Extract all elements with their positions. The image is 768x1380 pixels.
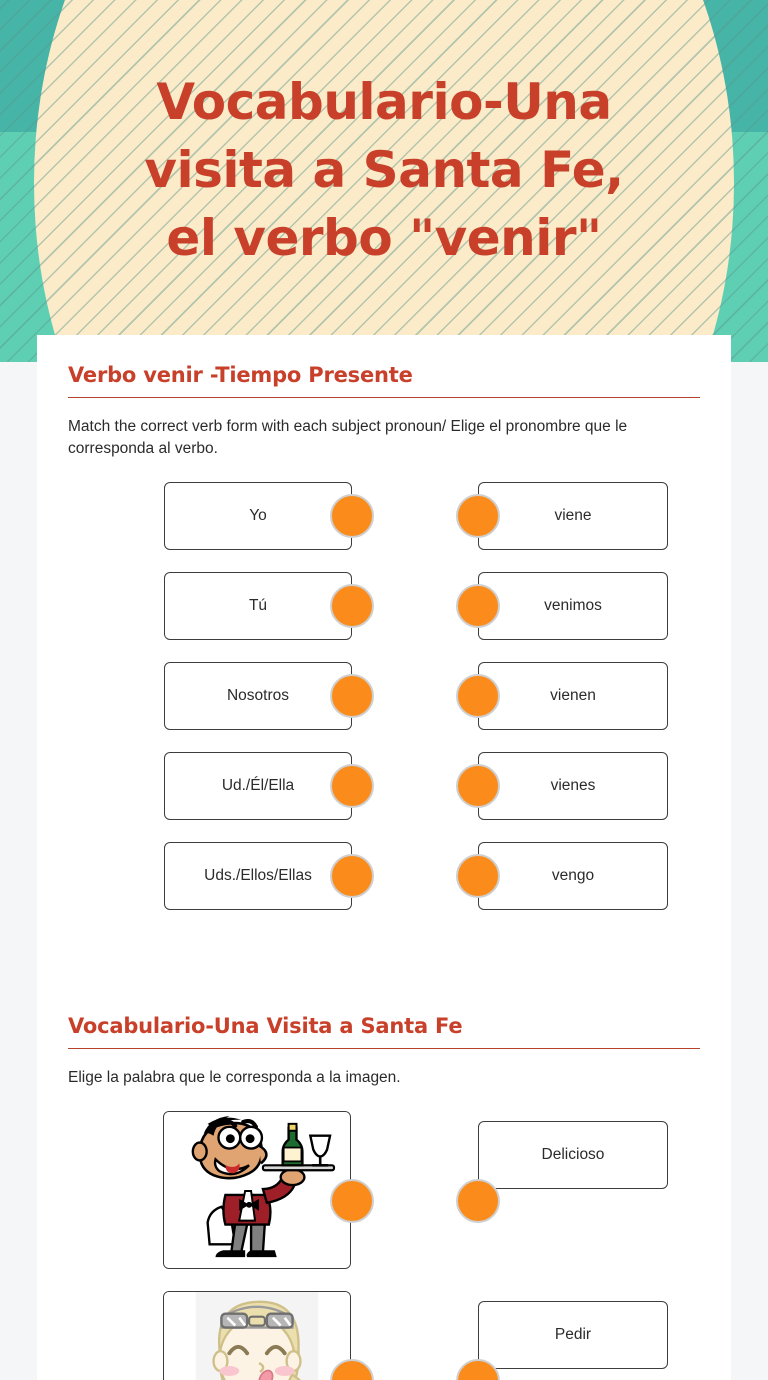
match-row: Tú venimos (68, 572, 700, 662)
page-title-line-3: el verbo "venir" (166, 209, 602, 267)
match-connector-left[interactable] (330, 764, 374, 808)
pronoun-label: Nosotros (226, 687, 290, 704)
word-card[interactable]: Pedir (478, 1301, 668, 1369)
section-title: Verbo venir -Tiempo Presente (68, 363, 413, 387)
match-row: Yo viene (68, 482, 700, 572)
pronoun-label: Ud./Él/Ella (221, 777, 295, 794)
verb-label: viene (554, 507, 592, 524)
match-connector-right[interactable] (456, 494, 500, 538)
pronoun-label: Tú (248, 597, 268, 614)
section-vocabulario-visita: Vocabulario-Una Visita a Santa Fe Elige … (37, 932, 731, 1380)
worksheet-sheet: Verbo venir -Tiempo Presente Match the c… (37, 335, 731, 1380)
match-connector-right[interactable] (456, 854, 500, 898)
pronoun-card[interactable]: Ud./Él/Ella (164, 752, 352, 820)
word-label: Pedir (554, 1326, 592, 1343)
section-title: Vocabulario-Una Visita a Santa Fe (68, 1014, 463, 1038)
match-row: Ud./Él/Ella vienes (68, 752, 700, 842)
page-title: Vocabulario-Una visita a Santa Fe, el ve… (0, 68, 768, 272)
section-verbo-venir: Verbo venir -Tiempo Presente Match the c… (37, 335, 731, 932)
verb-label: venimos (544, 597, 602, 614)
verb-card[interactable]: vienen (478, 662, 668, 730)
match-connector-right[interactable] (456, 584, 500, 628)
verb-label: vienes (550, 777, 596, 794)
image-card[interactable] (163, 1291, 351, 1380)
match-connector-left[interactable] (330, 494, 374, 538)
word-card[interactable]: Delicioso (478, 1121, 668, 1189)
section-divider (68, 397, 700, 398)
section-instructions: Match the correct verb form with each su… (68, 418, 628, 457)
verb-card[interactable]: vienes (478, 752, 668, 820)
match-connector-left[interactable] (330, 1179, 374, 1223)
image-card[interactable] (163, 1111, 351, 1269)
pronoun-label: Yo (249, 507, 267, 524)
match-row-image: Pedir (68, 1291, 700, 1380)
verb-label: vengo (551, 867, 595, 884)
pronoun-card[interactable]: Yo (164, 482, 352, 550)
match-connector-right[interactable] (456, 764, 500, 808)
match-connector-right[interactable] (456, 1179, 500, 1223)
verb-card[interactable]: vengo (478, 842, 668, 910)
page-title-line-1: Vocabulario-Una (156, 73, 612, 131)
word-label: Delicioso (541, 1146, 605, 1163)
waiter-serving-wine-icon (164, 1112, 350, 1268)
page-banner: Vocabulario-Una visita a Santa Fe, el ve… (0, 0, 768, 362)
pronoun-card[interactable]: Uds./Ellos/Ellas (164, 842, 352, 910)
page-title-line-2: visita a Santa Fe, (144, 141, 624, 199)
match-connector-right[interactable] (456, 674, 500, 718)
match-row: Nosotros vienen (68, 662, 700, 752)
match-row: Uds./Ellos/Ellas vengo (68, 842, 700, 932)
girl-eating-with-spoon-icon (164, 1292, 350, 1380)
verb-card[interactable]: viene (478, 482, 668, 550)
verb-card[interactable]: venimos (478, 572, 668, 640)
pronoun-label: Uds./Ellos/Ellas (204, 867, 312, 884)
section-divider (68, 1048, 700, 1049)
pronoun-card[interactable]: Tú (164, 572, 352, 640)
match-connector-left[interactable] (330, 674, 374, 718)
match-row-image: Delicioso (68, 1111, 700, 1291)
section-instructions: Elige la palabra que le corresponda a la… (68, 1069, 401, 1086)
match-connector-left[interactable] (330, 854, 374, 898)
verb-label: vienen (550, 687, 596, 704)
pronoun-card[interactable]: Nosotros (164, 662, 352, 730)
match-connector-left[interactable] (330, 584, 374, 628)
